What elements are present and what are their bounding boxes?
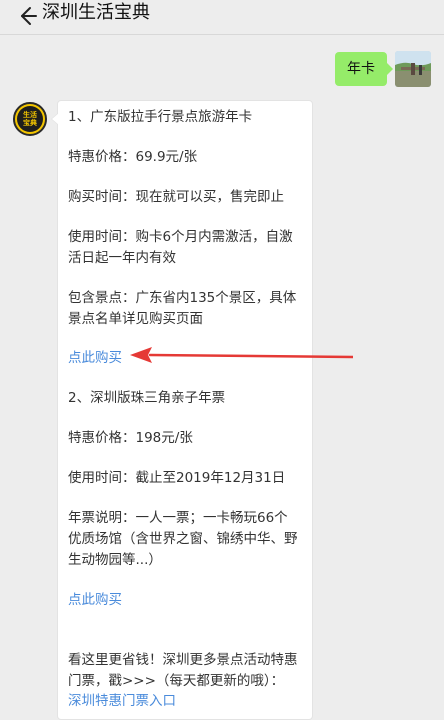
item2-buy-link[interactable]: 点此购买 (68, 590, 122, 611)
item1-price: 特惠价格：69.9元/张 (68, 149, 198, 165)
footer-line1: 看这里更省钱！深圳更多景点活动特惠 (68, 652, 298, 668)
item1-spots-line2: 景点名单详见购买页面 (68, 311, 203, 327)
outgoing-message[interactable]: 年卡 (335, 52, 393, 86)
item1-buy-link[interactable]: 点此购买 (68, 348, 122, 369)
item2-desc-line1: 年票说明：一人一票；一卡畅玩66个 (68, 510, 288, 526)
item1-use-time-line2: 活日起一年内有效 (68, 250, 176, 266)
item2-use-time: 使用时间：截止至2019年12月31日 (68, 470, 286, 486)
header-divider (0, 34, 444, 35)
bot-avatar[interactable]: 生活 宝典 (13, 102, 47, 136)
footer-line2: 门票，戳>>>（每天都更新的哦）： (68, 673, 285, 689)
header-bar: 深圳生活宝典 (0, 0, 444, 34)
item2-price: 特惠价格：198元/张 (68, 430, 193, 446)
red-pointer-arrow-icon (130, 347, 353, 363)
item2-desc-line3: 生动物园等...） (68, 552, 162, 568)
discount-tickets-link[interactable]: 深圳特惠门票入口 (68, 691, 176, 712)
item1-title: 1、广东版拉手行景点旅游年卡 (68, 109, 253, 125)
item1-buy-time: 购买时间：现在就可以买，售完即止 (68, 189, 284, 205)
incoming-message: 1、广东版拉手行景点旅游年卡 特惠价格：69.9元/张 购买时间：现在就可以买，… (51, 100, 313, 720)
item2-title: 2、深圳版珠三角亲子年票 (68, 390, 226, 406)
avatar-text-line1: 生活 (23, 111, 37, 119)
back-arrow-icon[interactable] (12, 2, 40, 30)
item1-spots-line1: 包含景点：广东省内135个景区，具体 (68, 290, 297, 306)
user-avatar[interactable] (395, 51, 431, 87)
chat-title: 深圳生活宝典 (42, 2, 150, 23)
avatar-text-line2: 宝典 (23, 119, 37, 127)
item2-desc-line2: 优质场馆（含世界之窗、锦绣中华、野 (68, 531, 298, 547)
item1-use-time-line1: 使用时间：购卡6个月内需激活，自激 (68, 229, 293, 245)
